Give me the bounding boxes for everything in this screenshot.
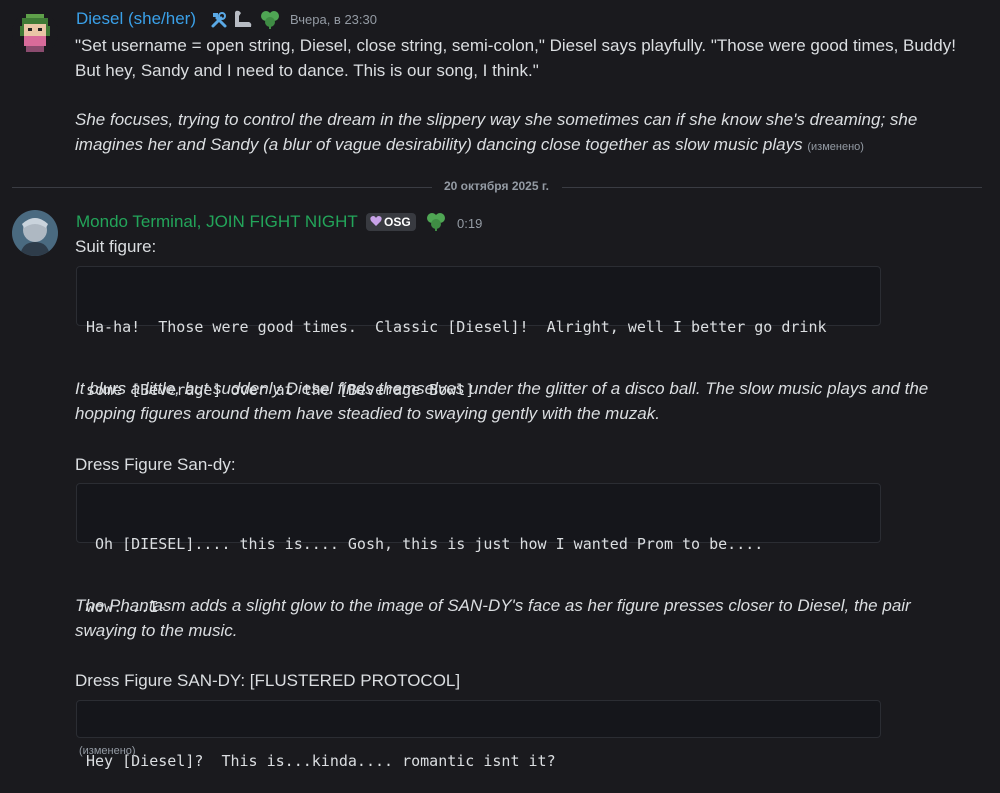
code-line: Ha-ha! Those were good times. Classic [D…: [86, 318, 827, 336]
avatar-diesel[interactable]: [12, 10, 58, 56]
heart-badge-icon: [370, 216, 382, 226]
narration-line: The Phantasm adds a slight glow to the i…: [75, 596, 911, 615]
message-line: imagines her and Sandy (a blur of vague …: [75, 132, 864, 160]
speaker-label: Dress Figure San-dy:: [75, 455, 236, 474]
message-line: She focuses, trying to control the dream…: [75, 110, 918, 129]
role-badge-text: OSG: [384, 215, 411, 229]
date-divider: 20 октября 2025 г.: [440, 179, 553, 193]
narration-line: hopping figures around them have steadie…: [75, 404, 660, 423]
avatar-mondo[interactable]: [12, 210, 58, 256]
message-line-text: imagines her and Sandy (a blur of vague …: [75, 135, 803, 154]
clover-icon: [427, 213, 445, 231]
code-line: Oh [DIESEL].... this is.... Gosh, this i…: [86, 535, 764, 553]
flexed-arm-icon: [235, 10, 252, 27]
message-line: But hey, Sandy and I need to dance. This…: [75, 61, 539, 80]
date-divider-line-right: [562, 187, 982, 188]
code-block: Oh [DIESEL].... this is.... Gosh, this i…: [76, 483, 881, 616]
date-divider-line-left: [12, 187, 432, 188]
speaker-label: Dress Figure SAN-DY: [FLUSTERED PROTOCOL…: [75, 671, 461, 690]
narration-line: It blurs a little, but suddenly Diesel f…: [75, 379, 929, 398]
portrait-avatar-icon: [12, 210, 58, 256]
edited-label: (изменено): [79, 745, 136, 757]
code-line: Hey [Diesel]? This is...kinda.... romant…: [86, 752, 556, 770]
clover-icon: [261, 11, 279, 29]
message-line: "Set username = open string, Diesel, clo…: [75, 36, 956, 55]
code-block: Hey [Diesel]? This is...kinda.... romant…: [76, 700, 881, 770]
speaker-label: Suit figure:: [75, 237, 157, 256]
author-pronouns[interactable]: (she/her): [128, 9, 196, 28]
author-name-text[interactable]: Diesel: [76, 9, 123, 28]
author-name[interactable]: Diesel (she/her): [76, 9, 196, 29]
message-timestamp[interactable]: 0:19: [457, 216, 482, 231]
role-badge[interactable]: OSG: [366, 213, 416, 231]
pixel-avatar-icon: [12, 10, 58, 56]
edited-label: (изменено): [807, 141, 864, 153]
narration-line: swaying to the music.: [75, 621, 238, 640]
message-timestamp[interactable]: Вчера, в 23:30: [290, 12, 377, 27]
code-block: Ha-ha! Those were good times. Classic [D…: [76, 266, 881, 399]
author-name[interactable]: Mondo Terminal, JOIN FIGHT NIGHT: [76, 212, 358, 232]
tools-icon: [211, 12, 227, 28]
